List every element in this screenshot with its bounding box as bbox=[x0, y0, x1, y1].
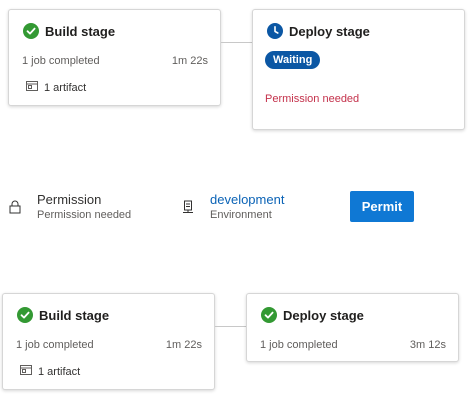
job-count: 1 job completed bbox=[260, 339, 338, 351]
artifact-icon bbox=[20, 364, 38, 379]
deploy-stage-card[interactable]: Deploy stage 1 job completed 3m 12s bbox=[246, 293, 459, 362]
job-count: 1 job completed bbox=[16, 339, 94, 351]
duration: 1m 22s bbox=[165, 339, 202, 351]
permission-subtitle: Permission needed bbox=[37, 209, 132, 221]
lock-icon bbox=[9, 200, 21, 219]
build-stage-card[interactable]: Build stage 1 job completed 1m 22s 1 art… bbox=[2, 293, 215, 390]
artifact-icon bbox=[26, 80, 44, 95]
artifact-link[interactable]: 1 artifact bbox=[26, 80, 86, 95]
build-stage-card[interactable]: Build stage 1 job completed 1m 22s 1 art… bbox=[8, 9, 221, 106]
stage-title: Build stage bbox=[39, 308, 110, 323]
stage-title: Deploy stage bbox=[289, 24, 370, 39]
check-circle-icon bbox=[261, 307, 277, 323]
permission-message: Permission needed bbox=[265, 93, 360, 105]
artifact-count: 1 artifact bbox=[44, 81, 87, 94]
stage-title: Deploy stage bbox=[283, 308, 364, 323]
environment-link[interactable]: development bbox=[210, 192, 284, 207]
check-circle-icon bbox=[17, 307, 33, 323]
environment-icon bbox=[182, 200, 194, 219]
check-circle-icon bbox=[23, 23, 39, 39]
permit-button[interactable]: Permit bbox=[350, 191, 414, 222]
artifact-count: 1 artifact bbox=[38, 365, 81, 378]
stage-connector bbox=[215, 326, 247, 327]
stage-title: Build stage bbox=[45, 24, 116, 39]
artifact-link[interactable]: 1 artifact bbox=[20, 364, 80, 379]
duration: 3m 12s bbox=[409, 339, 446, 351]
job-count: 1 job completed bbox=[22, 55, 100, 67]
environment-label: Environment bbox=[210, 209, 272, 221]
status-badge: Waiting bbox=[265, 51, 321, 69]
permission-title: Permission bbox=[37, 192, 102, 207]
stage-connector bbox=[221, 42, 253, 43]
clock-icon bbox=[267, 23, 283, 39]
deploy-stage-card[interactable]: Deploy stage Waiting Permission needed bbox=[252, 9, 465, 130]
duration: 1m 22s bbox=[171, 55, 208, 67]
